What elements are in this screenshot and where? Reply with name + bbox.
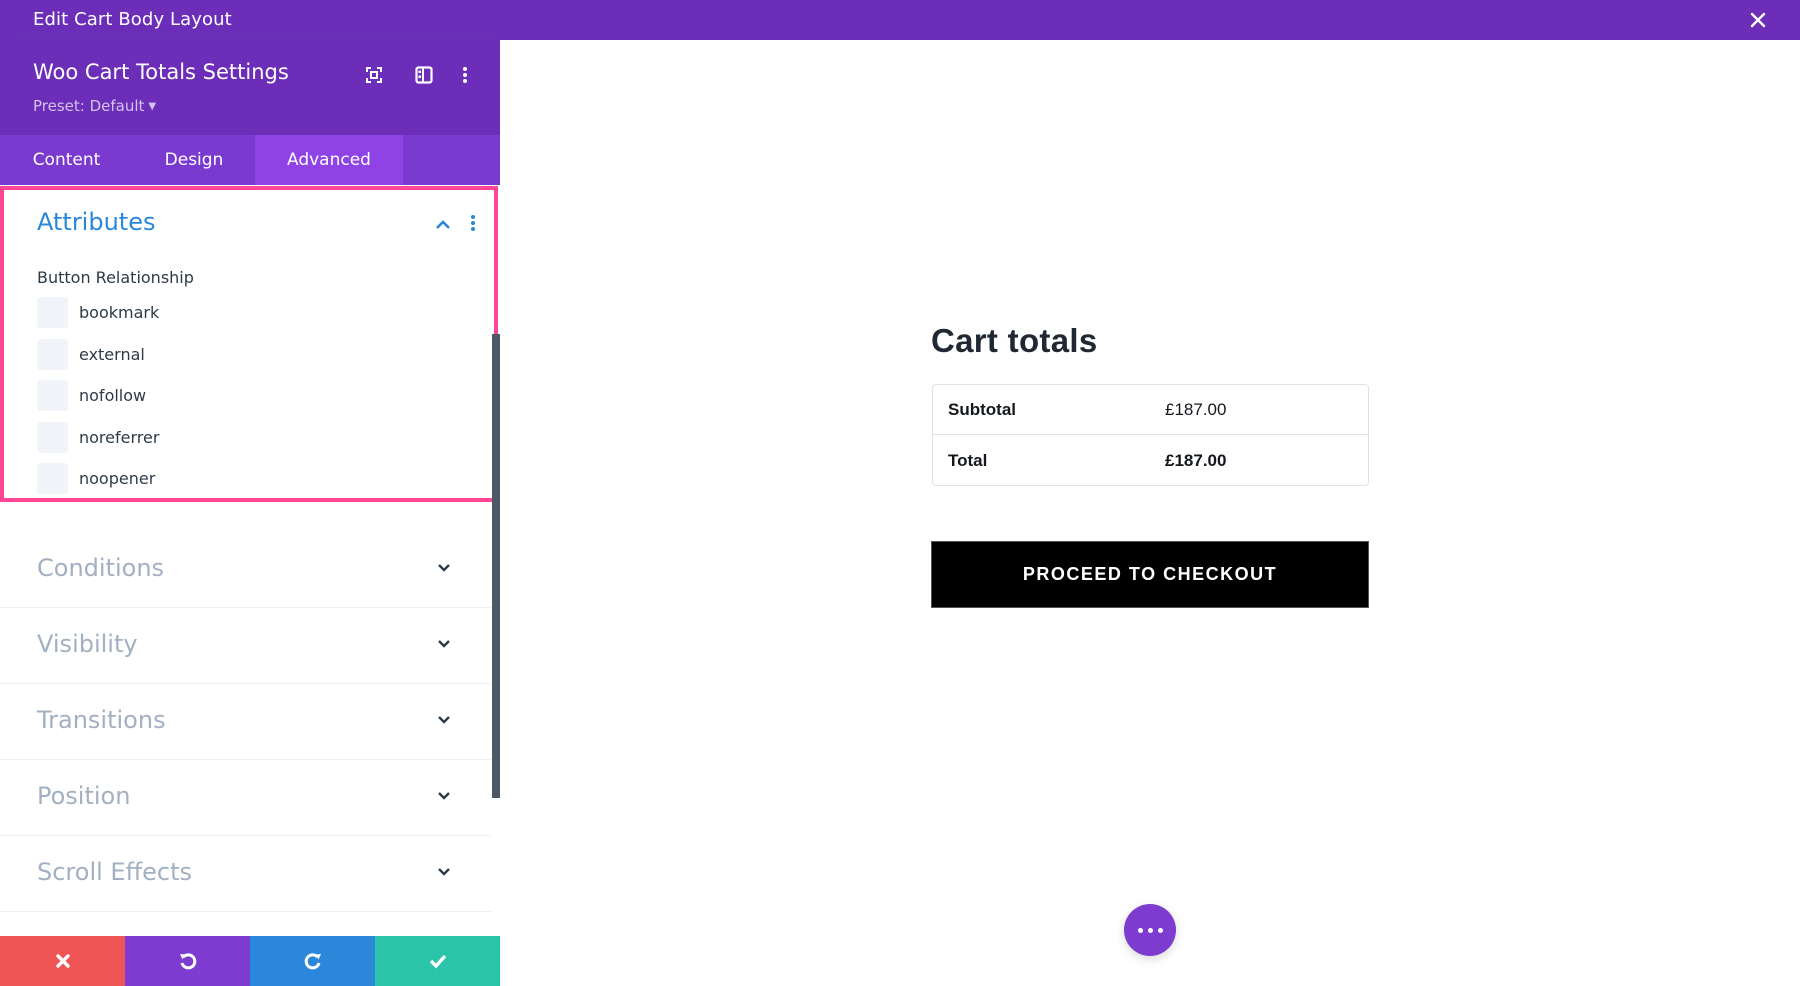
section-conditions[interactable]: Conditions (0, 532, 492, 608)
section-menu-button[interactable] (468, 210, 478, 236)
check-icon (429, 954, 446, 969)
chevron-down-icon (438, 716, 450, 724)
tab-advanced[interactable]: Advanced (255, 135, 403, 185)
chevron-down-icon (438, 792, 450, 800)
checkbox[interactable] (37, 462, 68, 494)
checkbox[interactable] (37, 421, 68, 453)
section-title: Position (37, 782, 131, 810)
close-button[interactable] (1744, 6, 1772, 34)
split-view-button[interactable] (413, 64, 435, 86)
row-label: Subtotal (948, 400, 1016, 419)
section-scroll-effects[interactable]: Scroll Effects (0, 836, 492, 912)
option-noopener[interactable]: noopener (37, 462, 156, 494)
attributes-toggle[interactable]: Attributes (37, 208, 155, 236)
cart-totals-table: Subtotal £187.00 Total £187.00 (932, 384, 1369, 486)
preset-label: Preset: Default (33, 97, 145, 115)
settings-panel: Woo Cart Totals Settings Preset: Default… (0, 40, 500, 986)
option-label: nofollow (79, 385, 147, 405)
more-options-button[interactable] (1124, 904, 1176, 956)
table-row: Subtotal £187.00 (933, 385, 1368, 435)
checkbox[interactable] (37, 338, 68, 370)
cart-totals-heading: Cart totals (931, 322, 1098, 359)
chevron-down-icon (438, 564, 450, 572)
kebab-menu-icon (471, 215, 475, 231)
window-title: Edit Cart Body Layout (33, 9, 232, 30)
checkbox[interactable] (37, 379, 68, 411)
title-bar: Edit Cart Body Layout (0, 0, 1800, 40)
action-bar (0, 936, 500, 986)
panel-scrollbar[interactable] (492, 334, 500, 798)
option-bookmark[interactable]: bookmark (37, 296, 160, 328)
row-label: Total (948, 451, 988, 470)
section-title: Conditions (37, 554, 165, 582)
collapse-button[interactable] (434, 216, 452, 230)
option-noreferrer[interactable]: noreferrer (37, 421, 160, 453)
panel-title: Woo Cart Totals Settings (33, 60, 289, 84)
more-options-icon (1157, 927, 1163, 933)
fullscreen-icon (366, 67, 382, 83)
option-label: bookmark (79, 302, 160, 322)
section-visibility[interactable]: Visibility (0, 608, 492, 684)
option-label: noreferrer (79, 427, 160, 447)
panel-menu-button[interactable] (454, 64, 476, 86)
option-nofollow[interactable]: nofollow (37, 379, 147, 411)
save-button[interactable] (375, 936, 500, 986)
chevron-down-icon (438, 868, 450, 876)
panel-header: Woo Cart Totals Settings Preset: Default… (0, 40, 500, 135)
section-title: Visibility (37, 630, 138, 658)
undo-icon (179, 953, 196, 970)
tab-content[interactable]: Content (0, 135, 133, 185)
section-title: Transitions (37, 706, 166, 734)
option-external[interactable]: external (37, 338, 145, 370)
more-options-icon (1137, 927, 1143, 933)
attributes-section: Attributes Button Relationship bookmark … (0, 186, 498, 502)
chevron-up-icon (436, 220, 450, 229)
option-label: noopener (79, 468, 156, 488)
tab-design[interactable]: Design (133, 135, 255, 185)
redo-icon (304, 953, 321, 970)
button-relationship-label: Button Relationship (37, 268, 194, 287)
split-view-icon (415, 66, 433, 84)
section-transitions[interactable]: Transitions (0, 684, 492, 760)
more-options-icon (1147, 927, 1153, 933)
tab-bar: Content Design Advanced (0, 135, 500, 185)
kebab-menu-icon (463, 67, 467, 83)
close-icon (1750, 12, 1766, 28)
page-preview: Cart totals Subtotal £187.00 Total £187.… (500, 40, 1800, 986)
chevron-down-icon (438, 640, 450, 648)
row-value: £187.00 (1165, 451, 1227, 470)
cancel-button[interactable] (0, 936, 125, 986)
proceed-to-checkout-button[interactable]: PROCEED TO CHECKOUT (931, 541, 1369, 608)
row-value: £187.00 (1165, 400, 1227, 419)
section-position[interactable]: Position (0, 760, 492, 836)
section-title: Scroll Effects (37, 858, 192, 886)
option-label: external (79, 344, 145, 364)
checkbox[interactable] (37, 296, 68, 328)
preset-dropdown[interactable]: Preset: Default ▼ (33, 97, 156, 115)
close-icon (55, 954, 70, 968)
fullscreen-button[interactable] (363, 64, 385, 86)
table-row: Total £187.00 (933, 436, 1368, 486)
caret-down-icon: ▼ (148, 101, 157, 112)
undo-button[interactable] (125, 936, 250, 986)
redo-button[interactable] (250, 936, 375, 986)
